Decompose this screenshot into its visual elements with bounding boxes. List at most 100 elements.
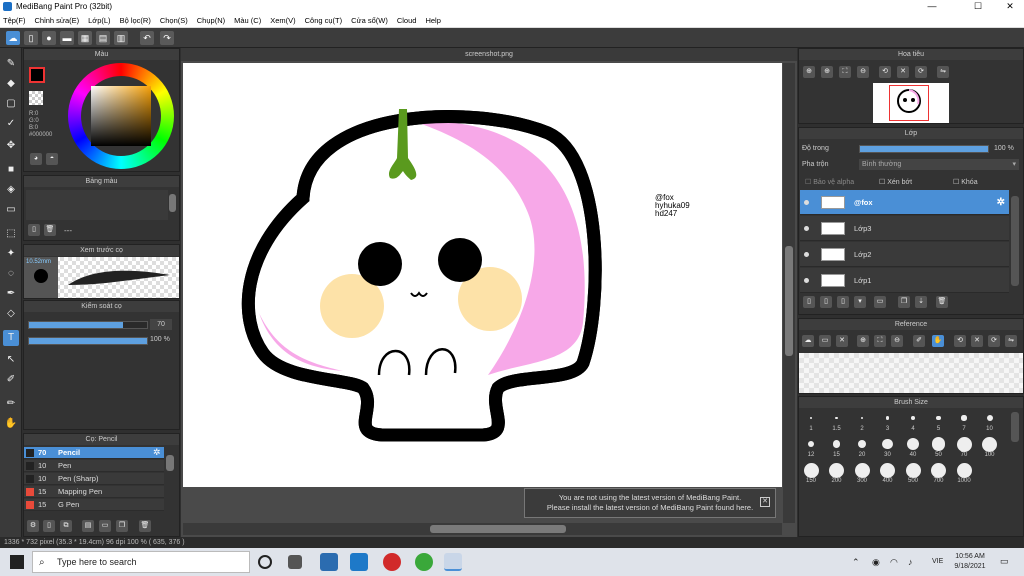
brush-size-preset[interactable]: 300 <box>850 462 874 484</box>
brush-size-preset[interactable]: 10 <box>978 410 1002 432</box>
shape-tool-icon[interactable]: ■ <box>3 162 19 178</box>
gear-icon[interactable]: ✲ <box>153 447 161 458</box>
brush-tool-icon[interactable]: ✎ <box>3 56 19 72</box>
menu-help[interactable]: Help <box>425 16 440 25</box>
update-notice[interactable]: You are not using the latest version of … <box>524 488 776 518</box>
layer-opacity-slider[interactable] <box>859 145 989 153</box>
menu-layer[interactable]: Lớp(L) <box>88 16 110 25</box>
brush-size-preset[interactable]: 200 <box>825 462 849 484</box>
brush-delete-icon[interactable]: 🗑 <box>139 520 151 532</box>
layer-folder-icon[interactable]: ▭ <box>874 296 886 308</box>
hue-wheel[interactable] <box>68 63 174 169</box>
delete-palette-icon[interactable]: 🗑 <box>44 224 56 236</box>
notification-icon[interactable]: ▭ <box>1000 556 1009 567</box>
opera-icon[interactable] <box>383 553 401 571</box>
ref-fit-icon[interactable]: ⛶ <box>874 335 886 347</box>
brush-list-item[interactable]: 10 Pen <box>24 460 164 472</box>
panel-icon[interactable]: ▤ <box>96 31 110 45</box>
task-view-icon[interactable] <box>288 555 302 569</box>
menu-window[interactable]: Cửa sổ(W) <box>351 16 388 25</box>
brush-list-scrollbar[interactable] <box>166 455 174 471</box>
fill-tool-icon[interactable]: ◈ <box>3 182 19 198</box>
menu-select[interactable]: Chọn(S) <box>160 16 188 25</box>
menu-cloud[interactable]: Cloud <box>397 16 417 25</box>
ref-open-icon[interactable]: ▭ <box>819 335 831 347</box>
comment-icon[interactable]: ▬ <box>60 31 74 45</box>
brush-folder-icon[interactable]: ▭ <box>99 520 111 532</box>
new-file-icon[interactable]: ▯ <box>24 31 38 45</box>
pen-icon[interactable]: ✏ <box>3 396 19 412</box>
brush-size-preset[interactable]: 7 <box>952 410 976 432</box>
ref-eyedropper-icon[interactable]: ✐ <box>913 335 925 347</box>
chat-icon[interactable]: ● <box>42 31 56 45</box>
brush-size-preset[interactable]: 15 <box>825 436 849 458</box>
reset-view-icon[interactable]: ✕ <box>897 66 909 78</box>
ref-hand-icon[interactable]: ✋ <box>932 335 944 347</box>
fit-icon[interactable]: ⛶ <box>839 66 851 78</box>
zoom-in-icon[interactable]: ⊕ <box>803 66 815 78</box>
ref-rotate-right-icon[interactable]: ⟳ <box>988 335 1000 347</box>
ref-rotate-left-icon[interactable]: ⟲ <box>954 335 966 347</box>
brush-edit-icon[interactable]: ▤ <box>82 520 94 532</box>
wifi-icon[interactable]: ◠ <box>890 557 898 568</box>
brush-duplicate-icon[interactable]: ❐ <box>116 520 128 532</box>
ref-flip-icon[interactable]: ⇋ <box>1005 335 1017 347</box>
cloud-icon[interactable]: ☁ <box>6 31 20 45</box>
dot-tool-icon[interactable]: ▢ <box>3 96 19 112</box>
brush-size-preset[interactable]: 3 <box>876 410 900 432</box>
visibility-icon[interactable] <box>804 278 809 283</box>
volume-icon[interactable]: ♪ <box>908 557 913 567</box>
brush-size-slider[interactable] <box>28 321 148 329</box>
select-pen-icon[interactable]: ✒ <box>3 286 19 302</box>
add-layer-menu-icon[interactable]: ▾ <box>854 296 866 308</box>
zoom-out-icon[interactable]: ⊖ <box>857 66 869 78</box>
language-indicator[interactable]: VIE <box>932 558 943 565</box>
add-brush-icon[interactable]: ⚙ <box>27 520 39 532</box>
menu-view[interactable]: Xem(V) <box>270 16 295 25</box>
new-layer-icon[interactable]: ▯ <box>803 296 815 308</box>
minimize-button[interactable]: — <box>918 0 946 13</box>
brush-size-preset[interactable]: 1 <box>799 410 823 432</box>
visibility-icon[interactable] <box>804 226 809 231</box>
store-icon[interactable] <box>320 553 338 571</box>
flip-icon[interactable]: ⇋ <box>937 66 949 78</box>
brush-size-preset[interactable]: 70 <box>952 436 976 458</box>
palette-scrollbar[interactable] <box>169 194 176 212</box>
medibang-taskbar-icon[interactable] <box>444 553 462 571</box>
operation-tool-icon[interactable]: ↖ <box>3 352 19 368</box>
menu-edit[interactable]: Chỉnh sửa(E) <box>35 16 80 25</box>
add-palette-icon[interactable]: ▯ <box>28 224 40 236</box>
blend-mode-select[interactable]: Bình thường ▾ <box>859 159 1019 170</box>
select-tool-icon[interactable]: ⬚ <box>3 226 19 242</box>
text-tool-icon[interactable]: T <box>3 330 19 346</box>
duplicate-layer-icon[interactable]: ❐ <box>898 296 910 308</box>
hand-tool-icon[interactable]: ✋ <box>3 416 19 432</box>
brush-size-preset[interactable]: 1.5 <box>825 410 849 432</box>
eyedropper-icon[interactable]: ✐ <box>3 372 19 388</box>
maximize-button[interactable]: ☐ <box>964 0 992 13</box>
magic-wand-icon[interactable]: ✦ <box>3 246 19 262</box>
layer-row[interactable]: Lớp2 <box>800 242 1009 267</box>
ref-reset-icon[interactable]: ✕ <box>971 335 983 347</box>
undo-icon[interactable]: ↶ <box>140 31 154 45</box>
layer-row[interactable]: @fox ✲ <box>800 190 1009 215</box>
brush-size-preset[interactable]: 12 <box>799 436 823 458</box>
brush-size-value[interactable]: 70 <box>150 319 172 330</box>
eraser-tool-icon[interactable]: ◆ <box>3 76 19 92</box>
taskbar-search-input[interactable]: Type here to search <box>32 551 250 573</box>
navigator-thumbnail[interactable] <box>873 83 949 123</box>
reference-area[interactable] <box>799 353 1023 393</box>
lock-checkbox[interactable]: ☐ Khóa <box>953 178 978 186</box>
ref-close-icon[interactable]: ✕ <box>836 335 848 347</box>
select-eraser-icon[interactable]: ◇ <box>3 306 19 322</box>
delete-layer-icon[interactable]: 🗑 <box>936 296 948 308</box>
chrome-icon[interactable] <box>415 553 433 571</box>
visibility-icon[interactable] <box>804 252 809 257</box>
menu-color[interactable]: Màu (C) <box>234 16 261 25</box>
new-layer-2-icon[interactable]: ▯ <box>820 296 832 308</box>
brush-new-icon[interactable]: ▯ <box>43 520 55 532</box>
brush-size-preset[interactable]: 40 <box>901 436 925 458</box>
brush-list-item[interactable]: 10 Pen (Sharp) <box>24 473 164 485</box>
layout-icon[interactable]: ▦ <box>78 31 92 45</box>
brush-opacity-slider[interactable] <box>28 337 148 345</box>
